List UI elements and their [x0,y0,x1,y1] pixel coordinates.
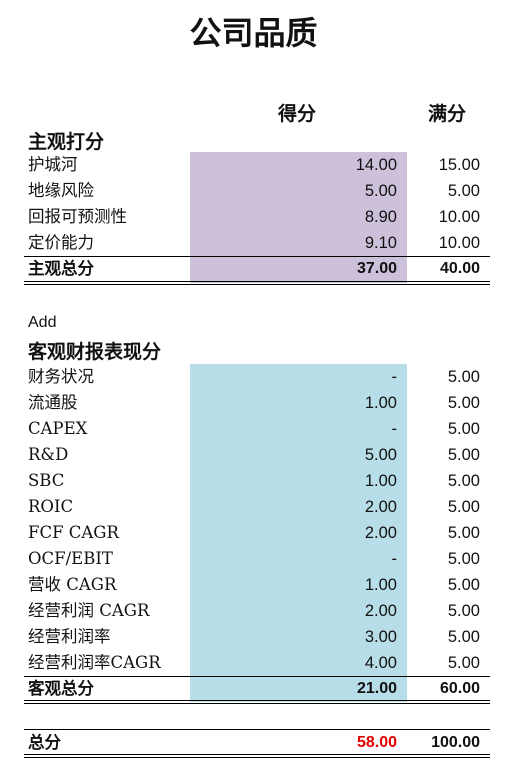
subjective-heading: 主观打分 [28,131,105,153]
objective-row: 流通股 1.00 5.00 [24,390,490,416]
subjective-row: 地缘风险 5.00 5.00 [24,178,490,204]
subjective-row: 护城河 14.00 15.00 [24,152,490,178]
subjective-row: 回报可预测性 8.90 10.00 [24,204,490,230]
objective-row-score: 5.00 [364,446,397,464]
objective-row-score: - [391,550,398,568]
objective-row-label: R&D [28,445,69,464]
objective-total-row: 客观总分 21.00 60.00 [24,676,490,702]
objective-row-score: - [391,420,398,438]
objective-row-full: 5.00 [447,368,480,386]
objective-row-score: - [391,368,398,386]
objective-row: 财务状况 - 5.00 [24,364,490,390]
objective-heading: 客观财报表现分 [28,341,162,363]
subjective-row-score: 14.00 [355,156,397,174]
objective-total-row-score: 21.00 [356,680,397,697]
objective-row-label: 流通股 [28,393,78,412]
objective-row-full: 5.00 [447,446,480,464]
objective-row: ROIC 2.00 5.00 [24,494,490,520]
objective-row-label: 营收 CAGR [28,575,117,594]
subjective-row-full: 10.00 [438,208,480,226]
objective-row: SBC 1.00 5.00 [24,468,490,494]
subjective-row-label: 地缘风险 [28,181,94,200]
subjective-row-score: 9.10 [364,234,397,252]
subjective-row-label: 护城河 [28,155,78,174]
objective-row-full: 5.00 [447,654,480,672]
objective-total-row-full: 60.00 [439,680,480,697]
subjective-row-full: 15.00 [438,156,480,174]
subjective-row-label: 定价能力 [28,233,94,252]
objective-row-label: OCF/EBIT [28,549,113,568]
objective-row-label: 经营利润率CAGR [28,653,161,672]
subjective-row-full: 5.00 [447,182,480,200]
objective-row-full: 5.00 [447,576,480,594]
objective-row-label: SBC [28,471,65,490]
objective-row: OCF/EBIT - 5.00 [24,546,490,572]
add-label: Add [28,314,57,331]
objective-row-score: 2.00 [364,602,397,620]
objective-row-full: 5.00 [447,524,480,542]
objective-row-label: 经营利润 CAGR [28,601,150,620]
grand-total-row: 总分 58.00 100.00 [24,730,490,756]
subjective-total-row-score: 37.00 [356,260,397,277]
objective-row-label: 财务状况 [28,367,94,386]
objective-row: FCF CAGR 2.00 5.00 [24,520,490,546]
objective-row-score: 4.00 [364,654,397,672]
subjective-total-row-label: 主观总分 [28,259,94,278]
subjective-row-score: 5.00 [364,182,397,200]
objective-row-label: CAPEX [28,419,88,438]
header-full: 满分 [428,103,467,125]
objective-row-label: FCF CAGR [28,523,119,542]
objective-row-label: 经营利润率 [28,627,111,646]
header-score: 得分 [278,103,317,125]
objective-row-score: 1.00 [364,394,397,412]
objective-row-full: 5.00 [447,628,480,646]
subjective-row-score: 8.90 [364,208,397,226]
grand-total-row-label: 总分 [28,733,61,752]
page-title: 公司品质 [189,14,318,52]
objective-row-score: 3.00 [364,628,397,646]
subjective-row: 定价能力 9.10 10.00 [24,230,490,256]
objective-row-score: 2.00 [364,498,397,516]
objective-row-full: 5.00 [447,602,480,620]
objective-row-full: 5.00 [447,550,480,568]
objective-row-full: 5.00 [447,420,480,438]
subjective-total-row-full: 40.00 [439,260,480,277]
objective-row: 经营利润率 3.00 5.00 [24,624,490,650]
grand-total-row-score: 58.00 [356,734,397,751]
objective-row-full: 5.00 [447,394,480,412]
objective-row-score: 1.00 [364,472,397,490]
subjective-row-label: 回报可预测性 [28,207,127,226]
objective-row: R&D 5.00 5.00 [24,442,490,468]
subjective-row-full: 10.00 [438,234,480,252]
objective-row-label: ROIC [28,497,74,516]
objective-row: CAPEX - 5.00 [24,416,490,442]
objective-total-row-label: 客观总分 [28,679,94,698]
subjective-total-row: 主观总分 37.00 40.00 [24,256,490,282]
objective-row: 经营利润 CAGR 2.00 5.00 [24,598,490,624]
objective-row-full: 5.00 [447,498,480,516]
objective-row: 经营利润率CAGR 4.00 5.00 [24,650,490,676]
objective-row-full: 5.00 [447,472,480,490]
grand-total-row-full: 100.00 [431,734,480,751]
objective-row: 营收 CAGR 1.00 5.00 [24,572,490,598]
objective-row-score: 1.00 [364,576,397,594]
objective-row-score: 2.00 [364,524,397,542]
